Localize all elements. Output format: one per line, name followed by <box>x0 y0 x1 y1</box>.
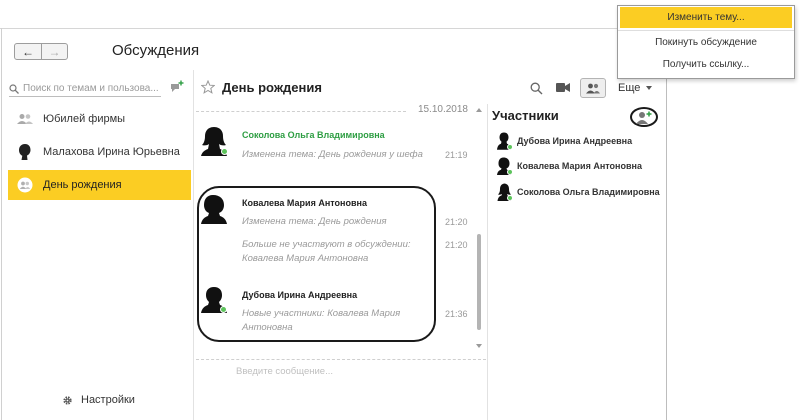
page-title: Обсуждения <box>112 42 200 59</box>
sidebar-item-malakhova[interactable]: Малахова Ирина Юрьевна <box>8 137 191 167</box>
menu-item-get-link[interactable]: Получить ссылку... <box>620 54 792 75</box>
sidebar-item-birthday[interactable]: День рождения <box>8 170 191 200</box>
add-participant-button[interactable] <box>630 107 658 127</box>
message-time: 21:20 <box>445 240 468 250</box>
menu-item-change-topic[interactable]: Изменить тему... <box>620 7 792 28</box>
forward-button[interactable]: → <box>41 44 67 59</box>
video-call-icon[interactable] <box>556 82 570 93</box>
menu-item-leave-discussion[interactable]: Покинуть обсуждение <box>620 32 792 53</box>
gear-icon <box>63 395 72 405</box>
discussions-window: ← → Обсуждения Юбилей фирмы Малахова Ири… <box>0 0 800 420</box>
right-border <box>666 28 667 420</box>
message-date: 15.10.2018 <box>417 104 468 115</box>
person-icon <box>17 144 33 160</box>
participant-item[interactable]: Дубова Ирина Андреевна <box>497 131 632 151</box>
left-border <box>1 28 2 420</box>
date-separator: 15.10.2018 <box>196 104 478 118</box>
search-icon <box>9 83 19 94</box>
message-author: Соколова Ольга Владимировна <box>242 130 385 140</box>
online-indicator <box>507 195 513 201</box>
messages-scrollbar[interactable] <box>476 108 482 352</box>
message-input[interactable] <box>236 366 476 377</box>
more-menu-button[interactable]: Еще <box>618 82 653 94</box>
menu-divider <box>618 30 794 31</box>
search-input[interactable] <box>23 83 159 94</box>
avatar <box>497 157 513 175</box>
scroll-down-icon[interactable] <box>476 344 482 348</box>
sidebar-item-anniversary[interactable]: Юбилей фирмы <box>8 104 191 134</box>
arrow-right-icon: → <box>48 44 61 59</box>
avatar <box>497 132 513 150</box>
message-time: 21:19 <box>445 150 468 160</box>
highlight-annotation <box>197 186 436 342</box>
online-indicator <box>507 169 513 175</box>
search-box <box>9 81 161 97</box>
input-separator <box>196 359 486 360</box>
discussion-title: День рождения <box>222 80 322 95</box>
more-label: Еще <box>618 82 641 94</box>
participant-name: Ковалева Мария Антоновна <box>517 161 642 171</box>
avatar <box>201 126 228 156</box>
back-button[interactable]: ← <box>15 44 41 59</box>
participant-item[interactable]: Соколова Ольга Владимировна <box>497 182 660 202</box>
avatar <box>497 183 513 201</box>
nav-buttons: ← → <box>14 43 68 60</box>
sidebar-item-label: Юбилей фирмы <box>43 113 126 125</box>
star-icon[interactable] <box>201 80 215 94</box>
top-divider <box>0 28 668 29</box>
participant-name: Соколова Ольга Владимировна <box>517 187 660 197</box>
message-time: 21:20 <box>445 217 468 227</box>
settings-label: Настройки <box>81 394 135 406</box>
participant-item[interactable]: Ковалева Мария Антоновна <box>497 156 642 176</box>
message-time: 21:36 <box>445 309 468 319</box>
add-person-icon <box>636 111 652 124</box>
panel-divider <box>487 104 488 420</box>
participant-name: Дубова Ирина Андреевна <box>517 136 633 146</box>
group-icon <box>17 111 33 127</box>
search-icon[interactable] <box>530 82 543 95</box>
group-icon <box>17 177 33 193</box>
date-separator-line <box>196 111 406 112</box>
sidebar-item-label: День рождения <box>43 179 122 191</box>
settings-button[interactable]: Настройки <box>62 394 135 406</box>
caret-down-icon <box>646 86 653 90</box>
scrollbar-thumb[interactable] <box>477 234 481 330</box>
participants-icon <box>586 83 600 93</box>
message-text: Изменена тема: День рождения у шефа <box>242 149 423 160</box>
sidebar-item-label: Малахова Ирина Юрьевна <box>43 146 180 158</box>
online-indicator <box>221 148 228 155</box>
participants-title: Участники <box>492 108 559 123</box>
online-indicator <box>507 144 513 150</box>
scroll-up-icon[interactable] <box>476 108 482 112</box>
panel-divider <box>193 70 194 420</box>
arrow-left-icon: ← <box>22 44 34 59</box>
more-dropdown-menu: Изменить тему... Покинуть обсуждение Пол… <box>617 5 795 79</box>
participants-toggle-button[interactable] <box>580 78 606 98</box>
new-discussion-icon[interactable] <box>170 80 184 94</box>
